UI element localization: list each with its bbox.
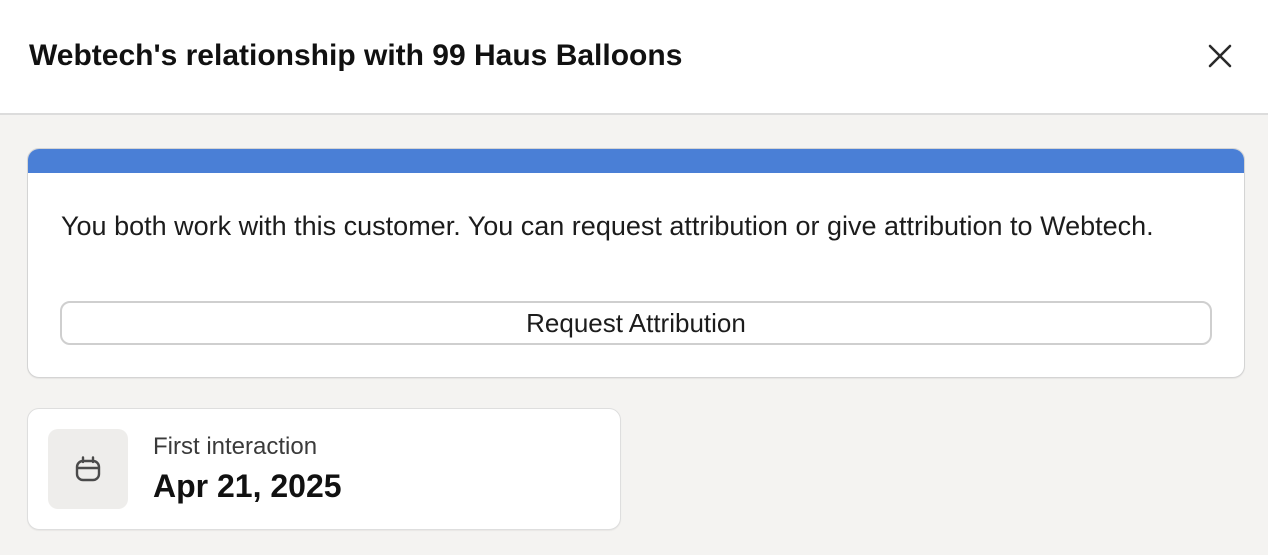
banner-message: You both work with this customer. You ca… (61, 211, 1154, 241)
first-interaction-date: Apr 21, 2025 (153, 468, 342, 504)
first-interaction-card: First interaction Apr 21, 2025 (27, 408, 621, 530)
relationship-dialog: Webtech's relationship with 99 Haus Ball… (0, 0, 1268, 555)
first-interaction-label: First interaction (153, 433, 318, 460)
dialog-header: Webtech's relationship with 99 Haus Ball… (0, 0, 1268, 115)
attribution-banner: You both work with this customer. You ca… (27, 148, 1245, 378)
request-attribution-button[interactable]: Request Attribution (60, 301, 1212, 345)
calendar-icon (74, 455, 102, 483)
calendar-icon-tile (48, 429, 128, 509)
close-icon (1207, 43, 1233, 69)
banner-accent-bar (28, 149, 1244, 173)
dialog-title: Webtech's relationship with 99 Haus Ball… (29, 39, 683, 72)
close-button[interactable] (1198, 34, 1242, 78)
